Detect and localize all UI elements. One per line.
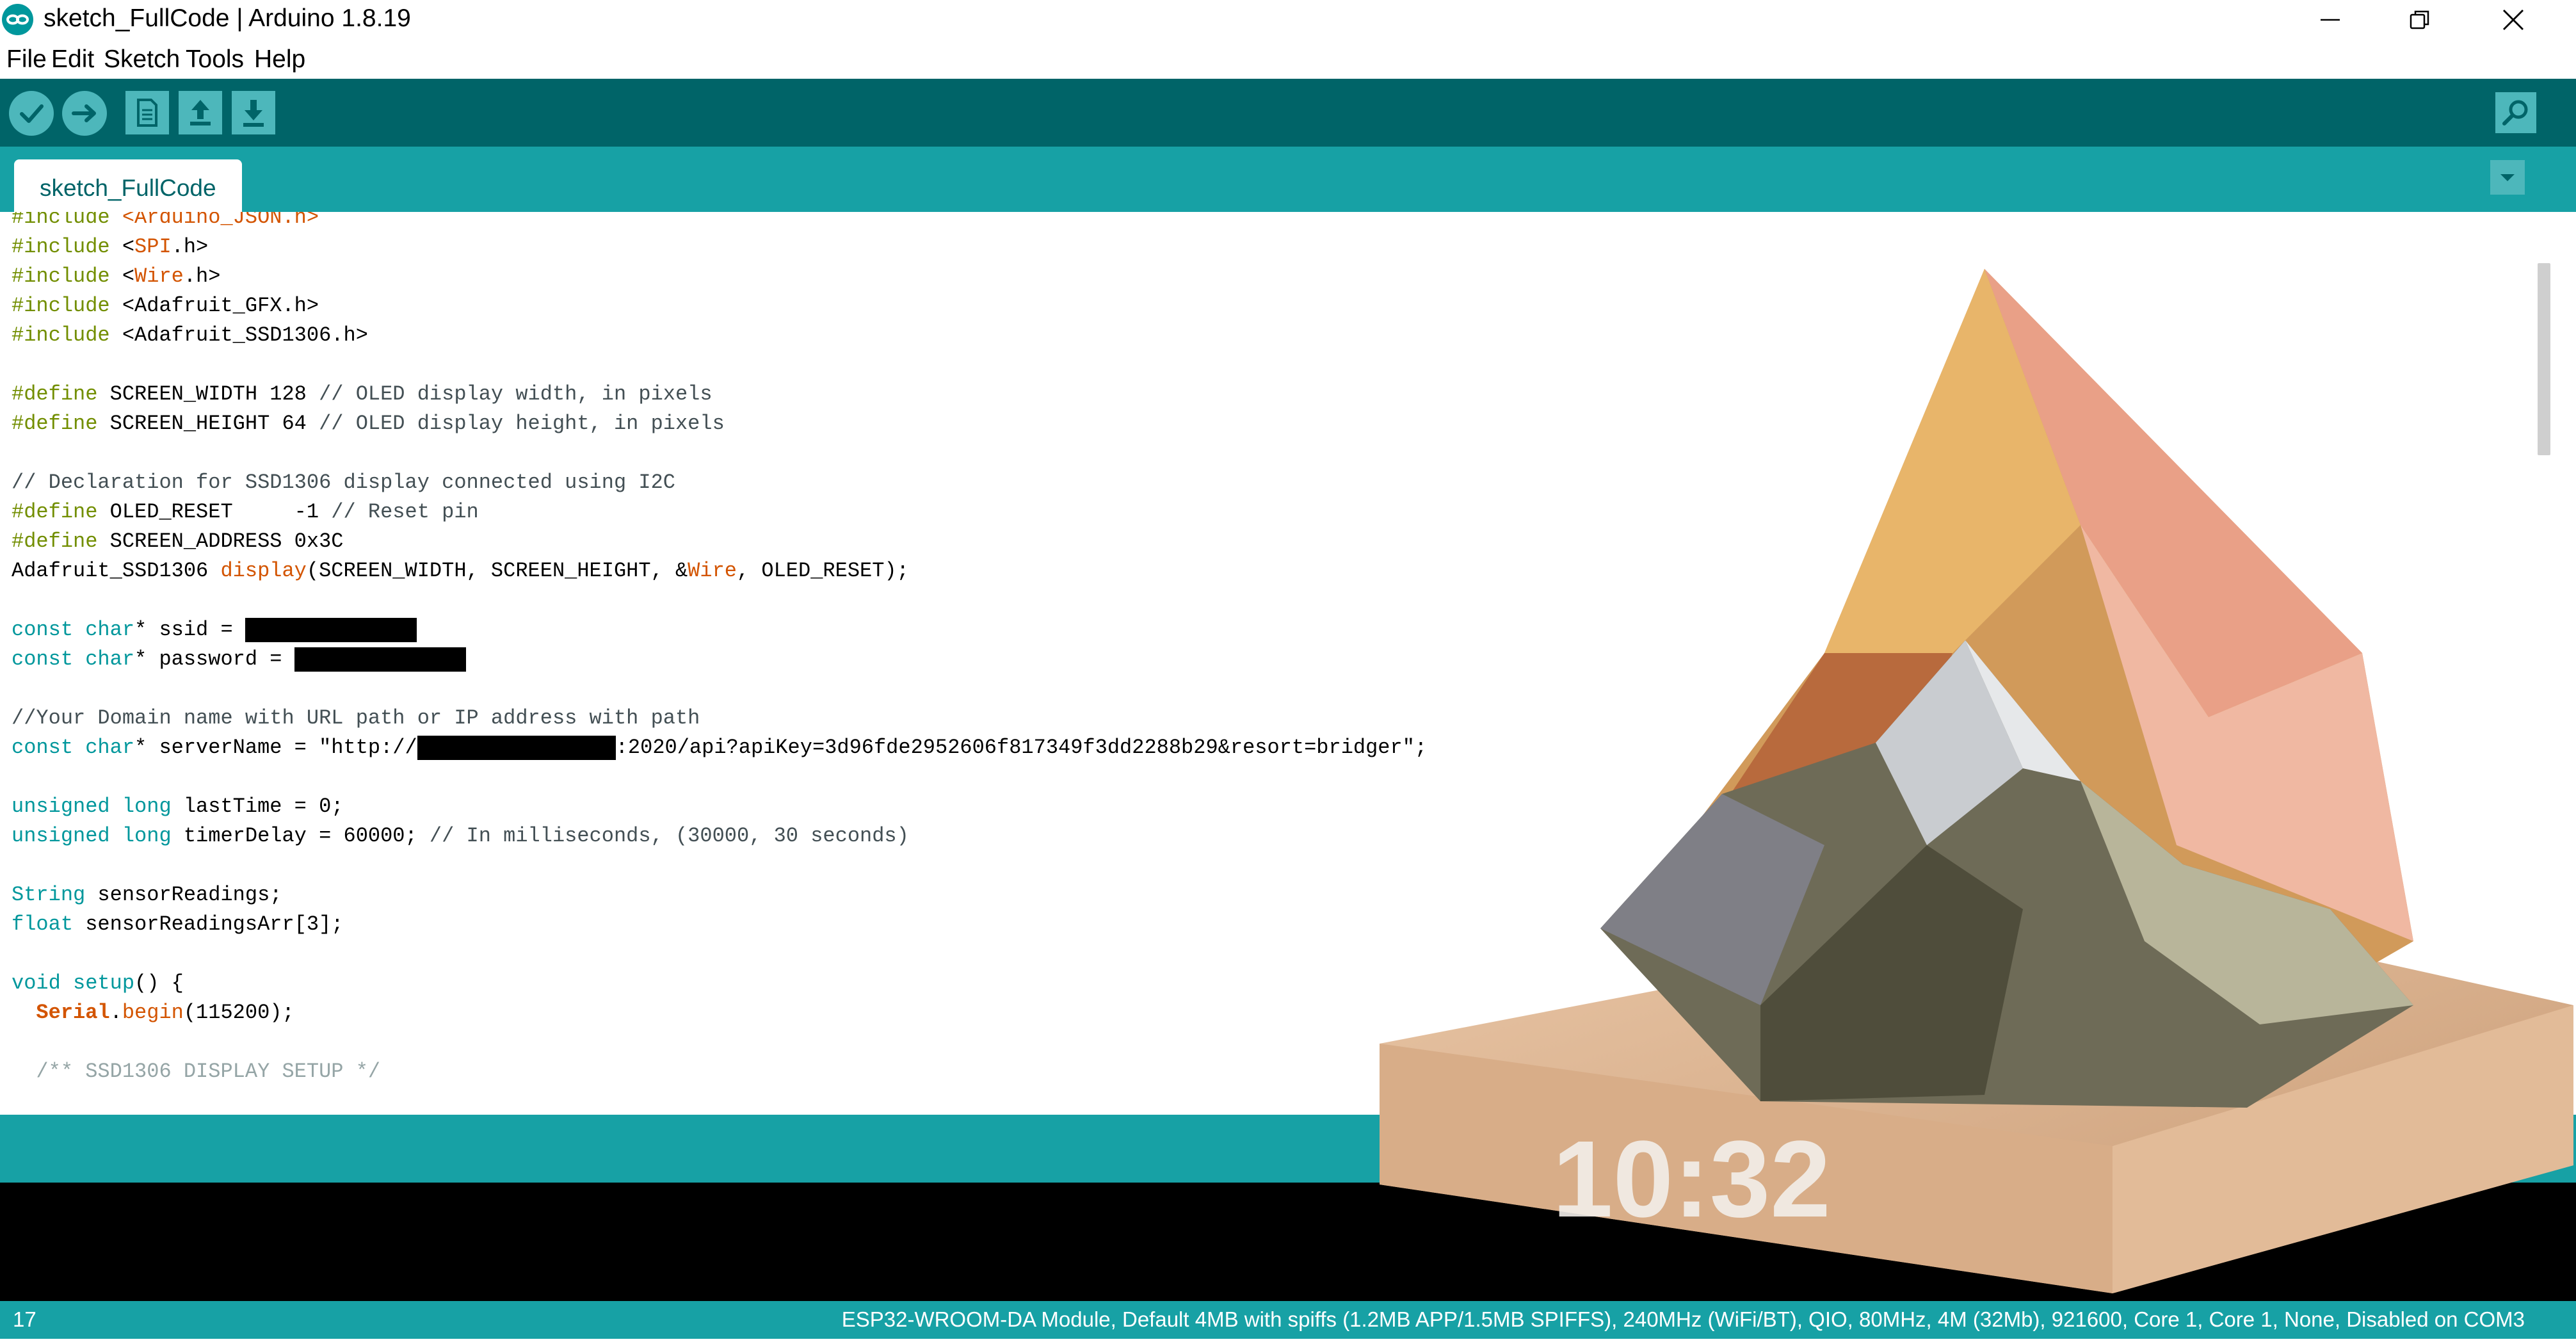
tab-sketch-fullcode[interactable]: sketch_FullCode [14,159,242,212]
new-sketch-button[interactable] [125,91,169,134]
code-line: const char* password = [12,645,466,674]
redaction-block [245,617,417,642]
code-line: Serial.begin(115200); [36,1001,294,1024]
code-line: #define SCREEN_ADDRESS 0x3C [12,530,344,553]
save-button[interactable] [232,91,275,134]
magnifier-icon [2502,100,2528,125]
check-icon [20,104,44,123]
code-line: const char* serverName = "http://:2020/a… [12,735,1428,760]
minimize-icon [2321,19,2340,20]
code-line: /** SSD1306 DISPLAY SETUP */ [12,1060,381,1083]
menu-sketch[interactable]: Sketch [104,45,180,74]
code-line: unsigned long timerDelay = 60000; // In … [12,824,909,848]
upload-button[interactable] [62,91,107,136]
code-line: void setup() { [12,971,184,995]
arduino-logo-icon [2,4,33,35]
menu-edit[interactable]: Edit [51,45,94,74]
tab-label: sketch_FullCode [40,175,216,201]
code-line: //Your Domain name with URL path or IP a… [12,706,700,730]
code-line: #define SCREEN_WIDTH 128 // OLED display… [12,382,712,406]
code-line: #include <Arduino_JSON.h> [12,212,319,229]
clock-display: 10:32 [1552,1119,1831,1240]
restore-icon [2410,10,2429,29]
menu-file[interactable]: File [6,45,47,74]
code-line: #include <SPI.h> [12,235,209,259]
restore-button[interactable] [2375,0,2465,39]
code-line: float sensorReadingsArr[3]; [12,912,344,936]
minimize-button[interactable] [2285,0,2375,39]
verify-button[interactable] [9,91,54,136]
window-title: sketch_FullCode | Arduino 1.8.19 [44,4,411,32]
code-line: Adafruit_SSD1306 display(SCREEN_WIDTH, S… [12,559,909,583]
serial-monitor-button[interactable] [2495,92,2536,133]
code-line: #define OLED_RESET -1 // Reset pin [12,500,479,524]
code-line: String sensorReadings; [12,883,282,907]
new-file-icon [137,99,157,127]
arrow-right-icon [72,104,96,122]
server-url-suffix: :2020/api?apiKey=3d96fde2952606f817349f3… [615,736,1428,759]
arrow-up-icon [190,100,211,125]
menu-help[interactable]: Help [254,45,305,74]
open-button[interactable] [179,91,222,134]
line-number: 17 [13,1307,36,1331]
tab-menu-button[interactable] [2490,160,2525,195]
code-line: const char* ssid = [12,615,417,645]
code-line: #include <Adafruit_GFX.h> [12,294,319,318]
chevron-down-icon [2500,174,2515,181]
toolbar [0,79,2576,147]
mountain-clock-image: 10:32 [1376,269,2576,1339]
close-button[interactable] [2468,0,2558,39]
code-line: unsigned long lastTime = 0; [12,795,344,818]
code-line: #define SCREEN_HEIGHT 64 // OLED display… [12,412,725,435]
code-line: #include <Adafruit_SSD1306.h> [12,323,368,347]
menu-tools[interactable]: Tools [186,45,244,74]
menu-bar: File Edit Sketch Tools Help [0,39,2576,79]
close-icon [2503,9,2524,30]
title-bar: sketch_FullCode | Arduino 1.8.19 [0,0,2576,39]
arrow-down-icon [243,100,264,127]
code-line: #include <Wire.h> [12,264,221,288]
tab-bar: sketch_FullCode [0,147,2576,212]
redaction-block [294,647,466,672]
redaction-block [417,735,616,760]
code-line: // Declaration for SSD1306 display conne… [12,471,675,494]
